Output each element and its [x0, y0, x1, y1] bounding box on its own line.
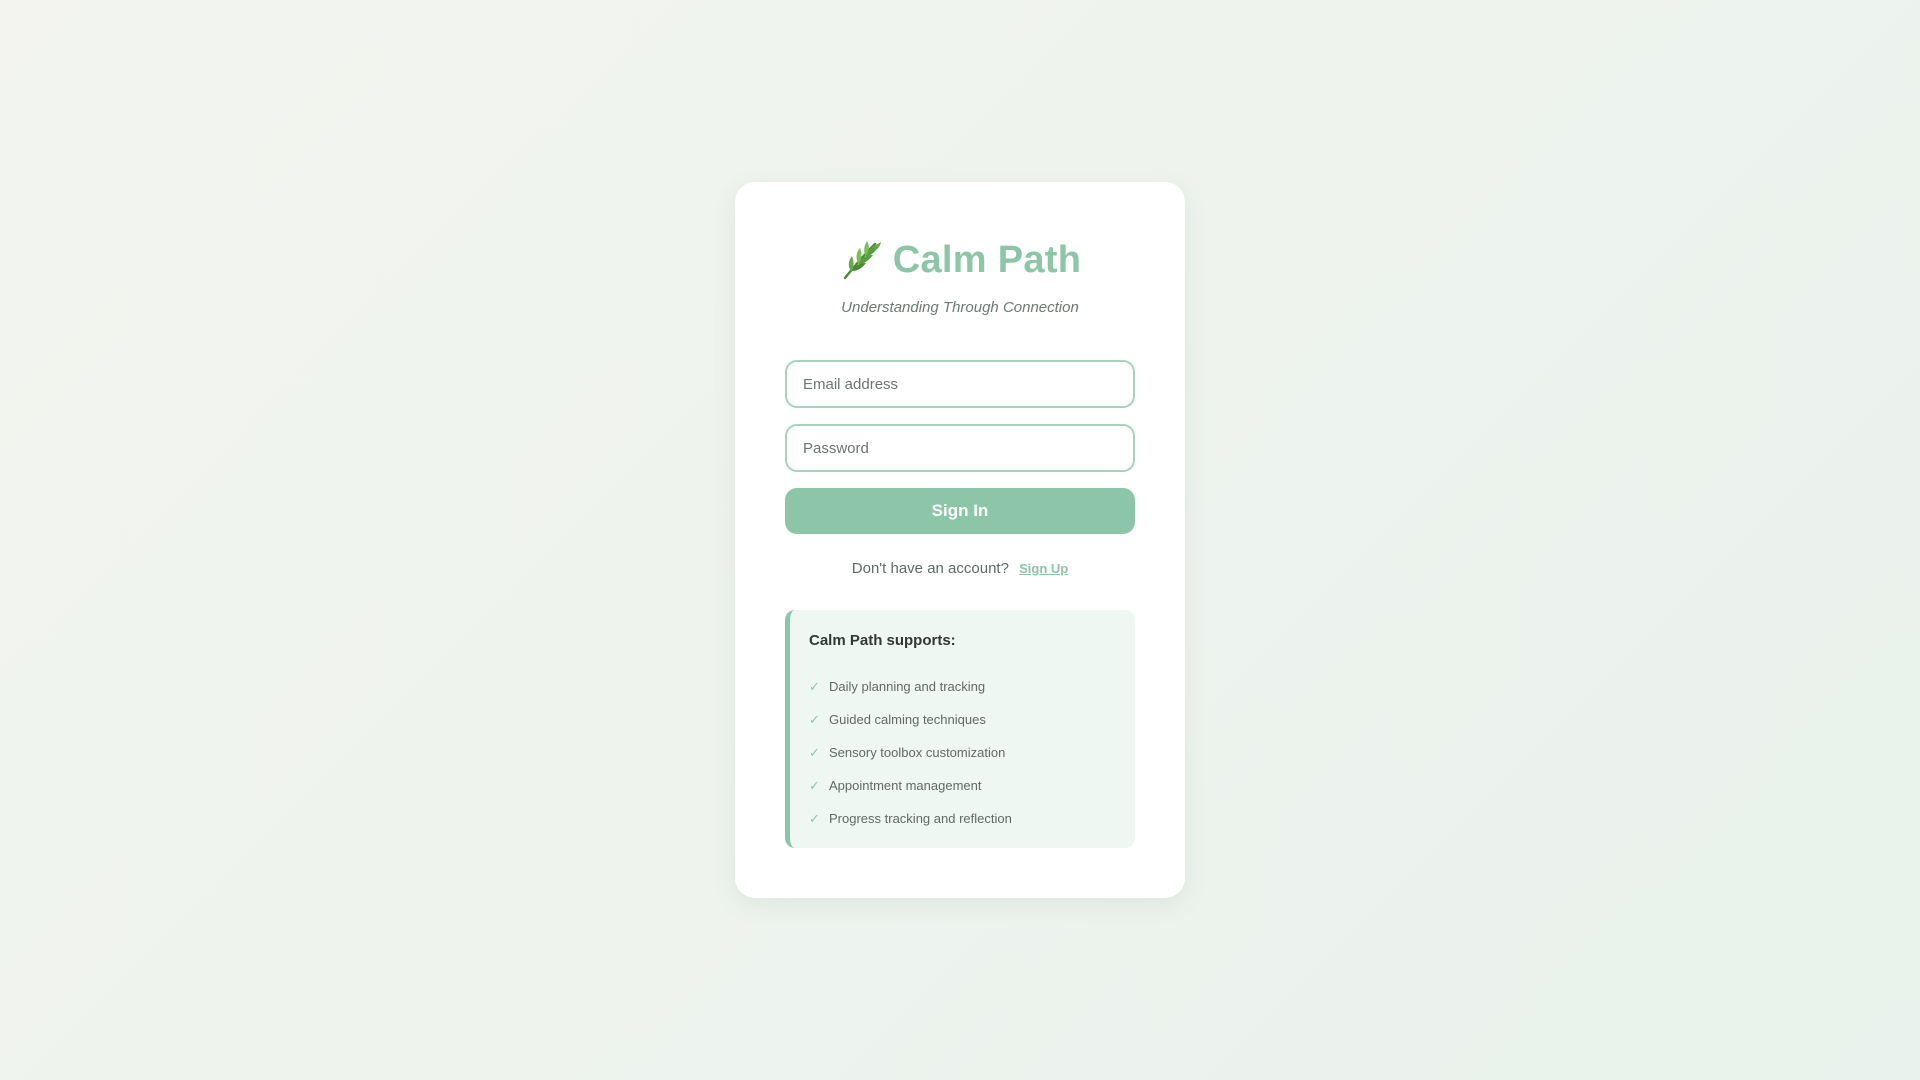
features-heading: Calm Path supports:: [809, 632, 956, 649]
brand-header: Calm Path: [735, 238, 1185, 282]
feature-label: Sensory toolbox customization: [829, 745, 1006, 760]
feature-item: ✓ Appointment management: [809, 769, 1115, 802]
feature-label: Appointment management: [829, 778, 982, 793]
check-icon: ✓: [809, 744, 820, 760]
tagline: Understanding Through Connection: [841, 299, 1079, 316]
check-icon: ✓: [809, 711, 820, 727]
feature-item: ✓ Progress tracking and reflection: [809, 802, 1115, 835]
sign-up-link[interactable]: Sign Up: [1019, 561, 1068, 576]
check-icon: ✓: [809, 678, 820, 694]
signup-prompt-row: Don't have an account? Sign Up: [735, 560, 1185, 577]
feature-label: Progress tracking and reflection: [829, 811, 1012, 826]
sign-in-button[interactable]: Sign In: [785, 488, 1135, 534]
feature-item: ✓ Daily planning and tracking: [809, 670, 1115, 703]
feature-label: Daily planning and tracking: [829, 679, 986, 694]
password-field[interactable]: [785, 424, 1135, 472]
signup-prompt-text: Don't have an account?: [851, 560, 1009, 577]
feature-item: ✓ Sensory toolbox customization: [809, 736, 1115, 769]
login-card: Calm Path Understanding Through Connecti…: [735, 182, 1185, 898]
check-icon: ✓: [809, 777, 820, 793]
leaf-icon: [839, 238, 883, 282]
features-panel: Calm Path supports: ✓ Daily planning and…: [785, 610, 1135, 848]
features-list: ✓ Daily planning and tracking ✓ Guided c…: [809, 670, 1115, 835]
feature-label: Guided calming techniques: [829, 712, 986, 727]
feature-item: ✓ Guided calming techniques: [809, 703, 1115, 736]
email-field[interactable]: [785, 360, 1135, 408]
app-title: Calm Path: [892, 238, 1082, 281]
check-icon: ✓: [809, 810, 820, 826]
